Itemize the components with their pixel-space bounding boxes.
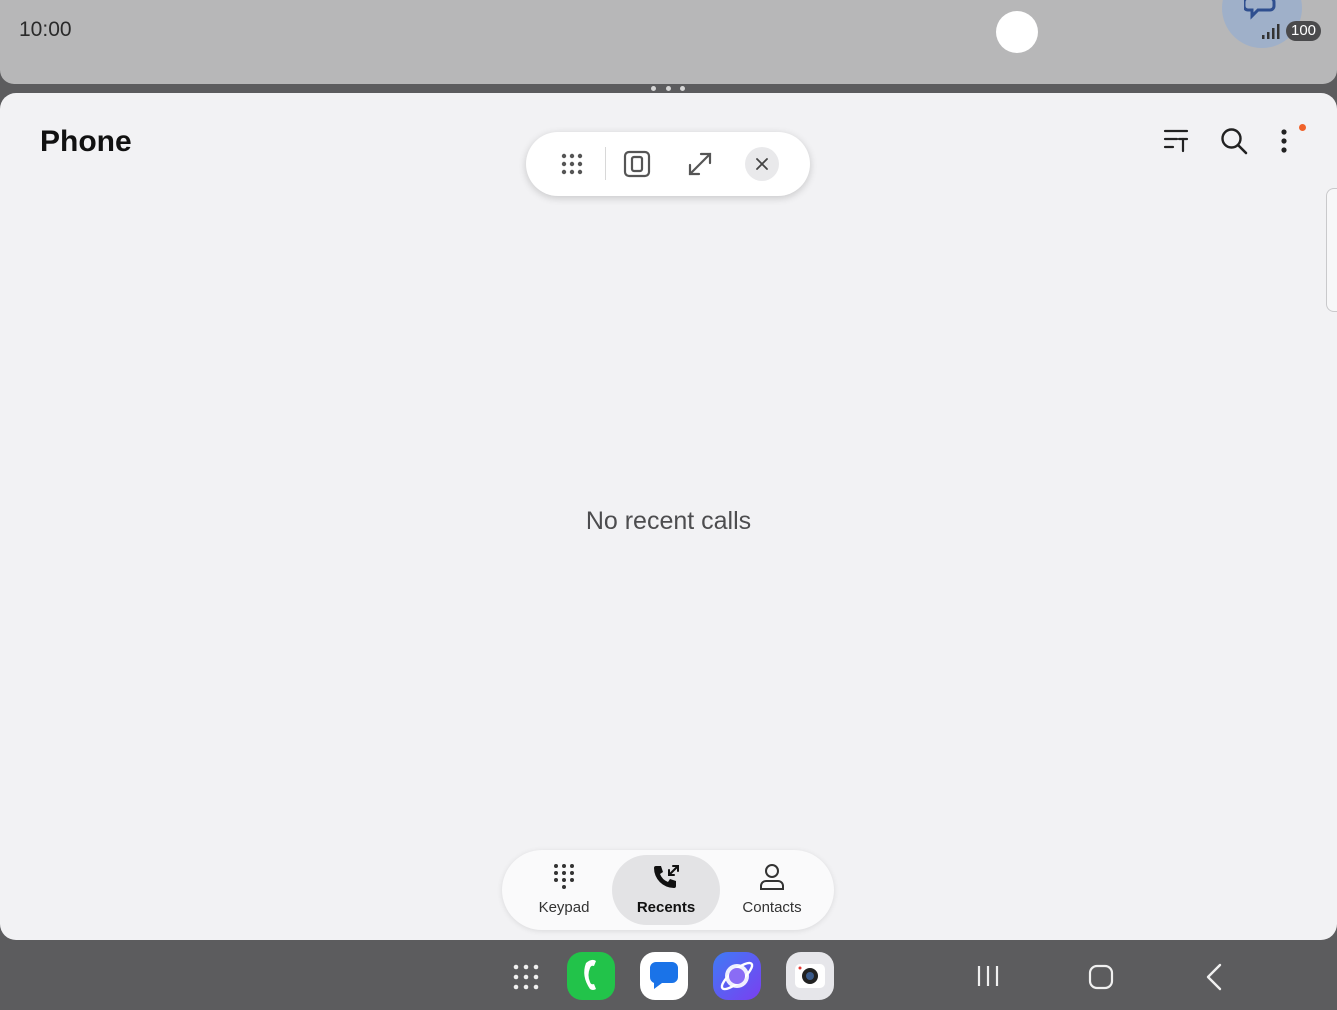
app-title: Phone [40,125,132,158]
tab-recents-label: Recents [636,899,696,916]
internet-app-icon[interactable] [713,952,761,1000]
keypad-icon [554,864,574,889]
filter-sort-icon[interactable] [1163,127,1189,153]
phone-app-window: Phone No recent calls Keypad Recents Con… [0,93,1337,940]
expand-diagonal-icon[interactable] [670,132,730,196]
floating-dot-indicator[interactable] [996,11,1038,53]
back-icon[interactable] [1205,963,1223,991]
status-time: 10:00 [19,18,72,41]
close-icon[interactable] [745,147,779,181]
phone-app-icon[interactable] [567,952,615,1000]
tab-contacts[interactable]: Contacts [718,855,826,925]
bottom-tab-bar: Keypad Recents Contacts [502,850,834,930]
recent-calls-icon [654,865,679,888]
tab-contacts-label: Contacts [742,899,802,916]
empty-state-message: No recent calls [585,507,752,535]
controls-divider [605,147,606,180]
navigation-bar [0,940,1337,1010]
contact-person-icon [760,864,784,890]
split-screen-icon[interactable] [607,132,667,196]
notification-dot [1299,124,1306,131]
status-bar: 10:00 100 [0,0,1337,84]
camera-app-icon[interactable] [786,952,834,1000]
window-drag-handle[interactable] [651,86,687,92]
more-vertical-icon[interactable] [1277,127,1291,155]
search-icon[interactable] [1220,127,1248,155]
recent-apps-icon[interactable] [976,964,1000,988]
tab-keypad-label: Keypad [538,899,590,916]
tab-keypad[interactable]: Keypad [510,855,618,925]
grid-dots-icon[interactable] [542,132,602,196]
tab-recents[interactable]: Recents [612,855,720,925]
app-grid-icon[interactable] [513,964,539,990]
battery-level: 100 [1286,21,1321,41]
home-icon[interactable] [1088,964,1114,990]
chat-bubble-icon [1244,0,1276,20]
side-scroll-handle[interactable] [1326,188,1337,312]
window-controls [526,132,810,196]
messages-app-icon[interactable] [640,952,688,1000]
signal-icon [1262,24,1280,39]
